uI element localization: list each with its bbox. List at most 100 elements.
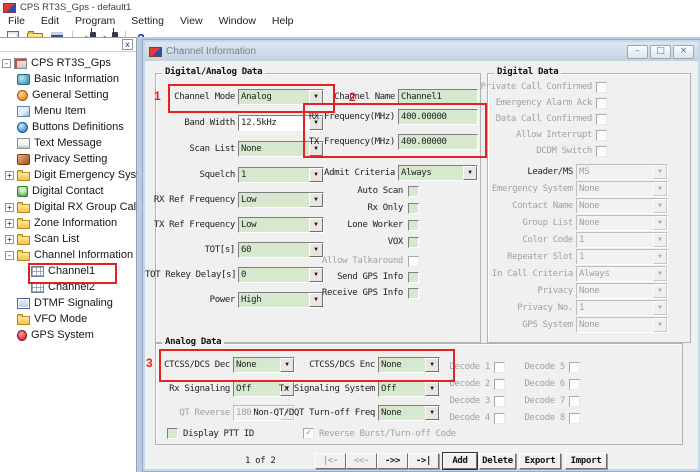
tree-item-label: Zone Information [34, 217, 117, 229]
folder-icon [17, 220, 30, 229]
expand-icon[interactable]: + [5, 171, 14, 180]
combo-value: None [577, 217, 653, 230]
menu-setting[interactable]: Setting [123, 15, 172, 28]
chevron-down-icon[interactable]: ▼ [425, 358, 439, 372]
ctcss-dcs-dec-label: CTCSS/DCS Dec [145, 357, 230, 373]
decode5-label: Decode 5 [520, 361, 565, 373]
sidebar-item-text-message[interactable]: Text Message [0, 135, 136, 151]
rx-only-checkbox[interactable] [408, 203, 419, 214]
tree-item-label: Channel2 [48, 281, 95, 293]
sidebar-item-menu-item[interactable]: Menu Item [0, 103, 136, 119]
combo-value: None [379, 407, 425, 420]
rx-frequency-label: RX Frequency(MHz) [259, 109, 395, 125]
chevron-down-icon: ▼ [653, 284, 667, 298]
sidebar-item-zone-information[interactable]: + Zone Information [0, 215, 136, 231]
sidebar-item-digital-contact[interactable]: Digital Contact [0, 183, 136, 199]
buttons-definitions-icon [17, 122, 28, 133]
sidebar-item-dtmf-signaling[interactable]: DTMF Signaling [0, 295, 136, 311]
privacy-label: Privacy [463, 283, 573, 299]
next-page-button[interactable]: ->> [377, 453, 408, 469]
collapse-icon[interactable]: - [5, 251, 14, 260]
vox-checkbox[interactable] [408, 237, 419, 248]
menu-program[interactable]: Program [67, 15, 123, 28]
menu-view[interactable]: View [172, 15, 211, 28]
vox-label: VOX [253, 236, 403, 248]
expand-icon[interactable]: + [5, 203, 14, 212]
last-page-button[interactable]: ->| [408, 453, 439, 469]
display-ptt-id-checkbox[interactable] [167, 428, 178, 439]
minimize-icon[interactable]: – [627, 45, 648, 59]
app-titlebar: CPS RT3S_Gps - default1 [0, 0, 700, 15]
sidebar-item-gps-system[interactable]: GPS System [0, 327, 136, 343]
app-icon [3, 3, 16, 13]
receive-gps-info-checkbox[interactable] [408, 288, 419, 299]
app-title: CPS RT3S_Gps - default1 [20, 2, 131, 13]
tree-root-label: CPS RT3S_Gps [31, 57, 111, 69]
add-button[interactable]: Add [443, 453, 477, 469]
non-qt-dqt-turnoff-freq-label: Non-QT/DQT Turn-off Freq [240, 405, 375, 421]
combo-value: 1 [577, 251, 653, 264]
tree-item-label: Channel Information [34, 249, 133, 261]
menu-item-icon [17, 106, 30, 117]
sidebar-item-digital-rx-group-call[interactable]: + Digital RX Group Call [0, 199, 136, 215]
emergency-system-label: Emergency System [463, 181, 573, 197]
sidebar-item-general-setting[interactable]: General Setting [0, 87, 136, 103]
sidebar-item-privacy-setting[interactable]: Privacy Setting [0, 151, 136, 167]
sidebar-item-buttons-definitions[interactable]: Buttons Definitions [0, 119, 136, 135]
reverse-burst-checkbox [303, 428, 314, 439]
repeater-slot-label: Repeater Slot [463, 249, 573, 265]
menu-file[interactable]: File [0, 15, 33, 28]
chevron-down-icon[interactable]: ▼ [425, 406, 439, 420]
combo-value: Always [399, 167, 463, 180]
non-qt-dqt-turnoff-freq-select[interactable]: None▼ [378, 405, 440, 421]
sidebar-item-channel2[interactable]: Channel2 [0, 279, 136, 295]
delete-button[interactable]: Delete [479, 453, 516, 469]
sidebar-item-channel1[interactable]: Channel1 [0, 263, 136, 279]
tree-root[interactable]: - CPS RT3S_Gps [0, 55, 136, 71]
group-list-label: Group List [463, 215, 573, 231]
expand-icon[interactable]: + [5, 235, 14, 244]
gps-system-label: GPS System [463, 317, 573, 333]
sidebar-close-button[interactable]: x [122, 39, 133, 50]
sidebar-item-channel-information[interactable]: - Channel Information [0, 247, 136, 263]
channel-name-label: Channel Name [259, 89, 395, 105]
menu-window[interactable]: Window [211, 15, 264, 28]
group-title: Digital/Analog Data [162, 67, 265, 77]
sidebar-item-basic-information[interactable]: Basic Information [0, 71, 136, 87]
decode4-label: Decode 4 [445, 412, 490, 424]
in-call-criteria-label: In Call Criteria [463, 266, 573, 282]
expand-icon[interactable]: + [5, 219, 14, 228]
gps-system-select: None▼ [576, 317, 668, 333]
auto-scan-checkbox[interactable] [408, 186, 419, 197]
chevron-down-icon: ▼ [653, 250, 667, 264]
restore-icon[interactable]: □ [650, 45, 671, 59]
send-gps-info-label: Send GPS Info [253, 271, 403, 283]
open-folder-icon [17, 252, 30, 261]
text-message-icon [17, 138, 30, 149]
sidebar-item-scan-list[interactable]: + Scan List [0, 231, 136, 247]
close-icon[interactable]: × [673, 45, 694, 59]
lone-worker-checkbox[interactable] [408, 220, 419, 231]
ctcss-dcs-enc-select[interactable]: None▼ [378, 357, 440, 373]
tx-ref-frequency-label: TX Ref Frequency [145, 217, 235, 233]
menu-help[interactable]: Help [264, 15, 302, 28]
ctcss-dcs-enc-label: CTCSS/DCS Enc [240, 357, 375, 373]
sidebar-item-vfo-mode[interactable]: VFO Mode [0, 311, 136, 327]
sidebar-item-digit-emergency-system[interactable]: + Digit Emergency System [0, 167, 136, 183]
chevron-down-icon[interactable]: ▼ [425, 382, 439, 396]
emergency-alarm-ack-label: Emergency Alarm Ack [452, 97, 592, 109]
export-button[interactable]: Export [519, 453, 561, 469]
folder-icon [17, 236, 30, 245]
send-gps-info-checkbox[interactable] [408, 272, 419, 283]
tot-label: TOT[s] [145, 242, 235, 258]
power-label: Power [145, 292, 235, 308]
decode1-label: Decode 1 [445, 361, 490, 373]
menu-edit[interactable]: Edit [33, 15, 67, 28]
leader-ms-select: MS▼ [576, 164, 668, 180]
import-button[interactable]: Import [565, 453, 607, 469]
group-title: Analog Data [162, 337, 224, 347]
dialog-icon [149, 47, 162, 57]
chevron-down-icon: ▼ [653, 301, 667, 315]
collapse-icon[interactable]: - [2, 59, 11, 68]
tx-signaling-system-select[interactable]: Off▼ [378, 381, 440, 397]
